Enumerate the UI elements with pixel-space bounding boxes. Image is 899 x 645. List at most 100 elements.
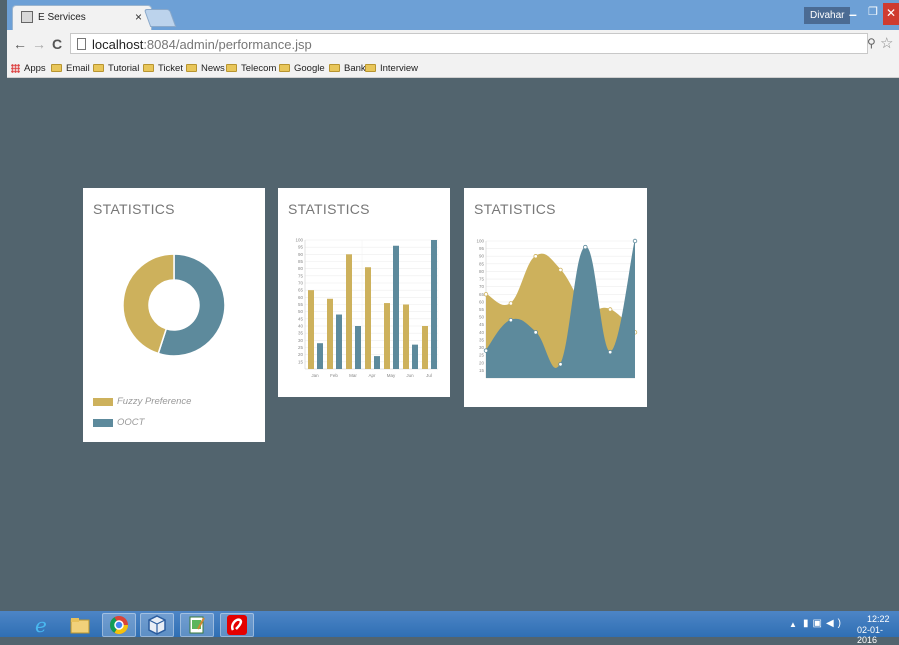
y-tick-label: 60 (298, 295, 304, 300)
back-arrow-icon[interactable]: ← (13, 36, 27, 52)
x-tick-label: Jan (311, 373, 319, 378)
point-jun-1 (607, 349, 613, 355)
y-tick-label: 35 (298, 331, 304, 336)
y-tick-label: 50 (479, 315, 485, 320)
reload-icon[interactable]: C (52, 36, 62, 52)
y-tick-label: 75 (479, 277, 485, 282)
minimize-icon[interactable]: – (849, 6, 857, 22)
bar-may-1 (393, 245, 399, 369)
extension-icon[interactable]: ⚲ (867, 36, 876, 50)
bookmark-email[interactable]: Email (51, 61, 90, 75)
statistics-card-doughnut: STATISTICS Fuzzy Preference OOCT (83, 188, 265, 442)
legend-label: OOCT (117, 417, 145, 428)
folder-icon (51, 64, 62, 72)
notepad-icon[interactable] (180, 613, 214, 637)
clock-time[interactable]: 12:22 (867, 614, 890, 624)
bar-jun-0 (403, 304, 409, 369)
folder-icon (186, 64, 197, 72)
tab-close-icon[interactable]: × (135, 10, 142, 24)
clock-date[interactable]: 02-01-2016 (857, 625, 899, 645)
taskbar: e ▲ ▮▣◀) 12:22 02-01-2016 (0, 611, 899, 645)
legend-label: Fuzzy Preference (117, 396, 192, 407)
forward-arrow-icon[interactable]: → (32, 36, 46, 52)
bar-may-0 (384, 303, 390, 369)
point-mar-0 (533, 254, 538, 259)
bookmark-star-icon[interactable]: ☆ (880, 34, 893, 52)
chrome-icon[interactable] (102, 613, 136, 637)
page-icon (77, 38, 86, 50)
y-tick-label: 65 (298, 288, 304, 293)
y-tick-label: 70 (479, 284, 485, 289)
bar-mar-1 (355, 326, 361, 369)
bar-jan-0 (308, 290, 314, 369)
close-window-icon[interactable]: ✕ (883, 3, 899, 25)
y-tick-label: 15 (479, 368, 485, 373)
y-tick-label: 20 (479, 360, 485, 365)
y-tick-label: 80 (479, 269, 485, 274)
x-tick-label: Mar (349, 373, 357, 378)
y-tick-label: 55 (298, 302, 304, 307)
folder-icon (365, 64, 376, 72)
y-tick-label: 40 (479, 330, 485, 335)
bookmark-interview[interactable]: Interview (365, 61, 418, 75)
x-tick-label: Apr (368, 373, 376, 378)
bookmark-apps[interactable]: Apps (11, 61, 46, 75)
bar-mar-0 (346, 254, 352, 369)
virtualbox-icon[interactable] (140, 613, 174, 637)
point-apr-1 (558, 362, 563, 367)
bookmark-google[interactable]: Google (279, 61, 325, 75)
point-may-1 (583, 244, 588, 250)
point-jun-0 (607, 307, 613, 312)
tab-title: E Services (38, 12, 86, 23)
favicon-icon (21, 11, 33, 23)
y-tick-label: 15 (298, 359, 304, 364)
bookmark-news[interactable]: News (186, 61, 225, 75)
folder-icon (226, 64, 237, 72)
statistics-card-bar: STATISTICS 15 20 25 30 35 40 45 50 55 60 65 70 75 80 8… (278, 188, 450, 397)
ie-icon[interactable]: e (25, 613, 59, 637)
airtel-icon[interactable] (220, 613, 254, 637)
bar-jul-1 (431, 240, 437, 369)
tray-icons[interactable]: ▮▣◀) (803, 618, 845, 629)
bookmark-tutorial[interactable]: Tutorial (93, 61, 139, 75)
y-tick-label: 90 (479, 254, 485, 259)
svg-text:e: e (35, 614, 47, 636)
y-tick-label: 85 (479, 261, 485, 266)
statistics-card-area: STATISTICS 15 20 25 30 35 40 45 50 55 60 65 70 75 80 8… (464, 188, 647, 407)
point-jan-1 (483, 348, 489, 353)
bar-feb-0 (327, 298, 333, 369)
page-content: STATISTICS Fuzzy Preference OOCT STATIST… (7, 79, 899, 613)
folder-icon (93, 64, 104, 72)
legend-swatch (93, 418, 113, 427)
bookmarks-bar: Apps Email Tutorial Ticket News Telecom … (7, 58, 899, 78)
bar-apr-1 (374, 356, 380, 369)
bookmark-bank[interactable]: Bank (329, 61, 366, 75)
restore-icon[interactable]: ❐ (868, 5, 878, 18)
bookmark-ticket[interactable]: Ticket (143, 61, 183, 75)
new-tab-button[interactable] (143, 9, 177, 27)
y-tick-label: 25 (298, 345, 304, 350)
bar-jan-1 (317, 343, 323, 369)
point-feb-1 (508, 317, 514, 323)
y-tick-label: 45 (479, 322, 485, 327)
address-bar[interactable]: localhost:8084/admin/performance.jsp (70, 33, 868, 54)
x-tick-label: Feb (330, 373, 338, 378)
bar-apr-0 (365, 267, 371, 369)
x-tick-label: Jun (406, 373, 414, 378)
point-jan-0 (483, 292, 489, 297)
y-tick-label: 90 (298, 252, 304, 257)
x-tick-label: Jul (426, 373, 432, 378)
bar-jul-0 (422, 326, 428, 369)
tray-expand-icon[interactable]: ▲ (789, 620, 797, 629)
apps-grid-icon (11, 63, 20, 73)
bookmark-telecom[interactable]: Telecom (226, 61, 276, 75)
y-tick-label: 65 (479, 292, 485, 297)
tab-e-services[interactable]: E Services × (12, 5, 152, 30)
y-tick-label: 55 (479, 307, 485, 312)
profile-badge[interactable]: Divahar (804, 7, 851, 24)
legend-item-fuzzy-preference: Fuzzy Preference (93, 396, 191, 407)
y-tick-label: 45 (298, 316, 304, 321)
area-chart: 15 20 25 30 35 40 45 50 55 60 65 70 75 80 85 90 95 100 (476, 239, 638, 379)
point-mar-1 (533, 330, 538, 335)
file-explorer-icon[interactable] (63, 613, 97, 637)
